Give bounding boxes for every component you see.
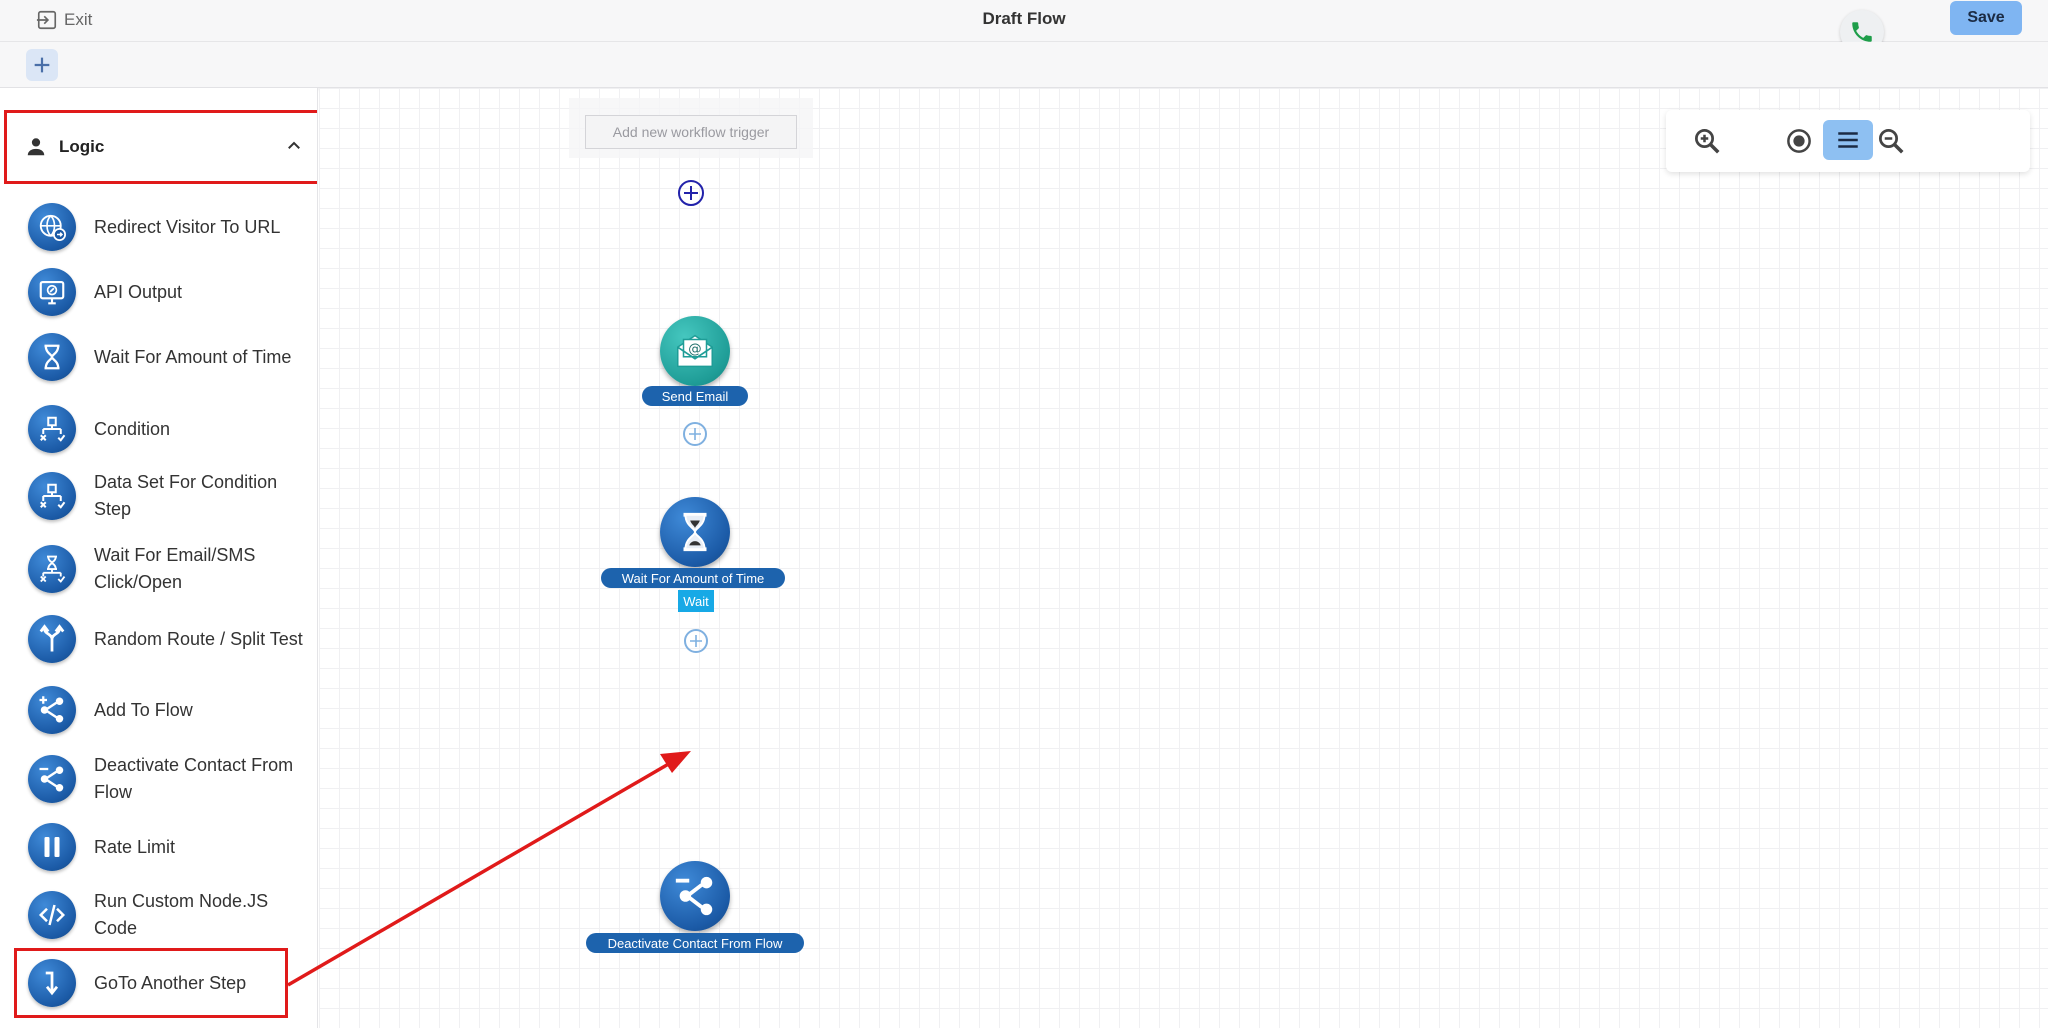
page-title: Draft Flow xyxy=(982,9,1066,28)
sub-toolbar xyxy=(0,42,2048,88)
person-icon xyxy=(27,138,45,156)
share-remove-icon xyxy=(675,876,713,916)
sidebar-item-redirect[interactable]: Redirect Visitor To URL xyxy=(28,203,308,251)
sidebar-item-label: Random Route / Split Test xyxy=(94,628,303,649)
sidebar-item-label: Run Custom Node.JS Code xyxy=(94,891,269,938)
send-email-node[interactable]: @ xyxy=(660,316,730,386)
sidebar-item-label: Deactivate Contact From Flow xyxy=(94,755,294,802)
sidebar-item-label: Add To Flow xyxy=(94,699,193,720)
flow-canvas[interactable]: Add new workflow trigger @ Send Email Wa… xyxy=(319,88,2048,1028)
share-add-icon xyxy=(28,686,76,734)
flow-builder-app: Exit Draft Flow Save Logic Redirect Visi… xyxy=(0,0,2048,1028)
node-label: Wait For Amount of Time xyxy=(601,568,785,588)
sidebar-item-api-output[interactable]: API Output xyxy=(28,268,308,316)
plus-icon xyxy=(690,635,702,647)
hourglass-icon xyxy=(683,512,707,552)
condition-branch-icon xyxy=(28,472,76,520)
sidebar-item-label: API Output xyxy=(94,281,183,302)
menu-button[interactable] xyxy=(1823,120,1873,160)
node-label: Send Email xyxy=(642,386,748,406)
add-trigger-button[interactable]: Add new workflow trigger xyxy=(585,115,797,149)
sidebar-item-condition[interactable]: Condition xyxy=(28,405,308,453)
email-envelope-icon: @ xyxy=(676,334,714,368)
zoom-in-button[interactable] xyxy=(1690,124,1724,158)
zoom-out-button[interactable] xyxy=(1874,124,1908,158)
sidebar-item-deactivate-contact[interactable]: Deactivate Contact From Flow xyxy=(28,752,308,806)
add-step-button[interactable] xyxy=(26,49,58,81)
wait-tag: Wait xyxy=(678,590,714,612)
chevron-up-icon[interactable] xyxy=(285,137,303,155)
add-step-connector[interactable] xyxy=(683,422,707,446)
sidebar-item-custom-code[interactable]: Run Custom Node.JS Code xyxy=(28,888,308,942)
add-step-connector[interactable] xyxy=(678,180,704,206)
code-icon xyxy=(28,891,76,939)
pause-icon xyxy=(28,823,76,871)
sidebar-item-label: Redirect Visitor To URL xyxy=(94,216,281,237)
top-bar: Exit Draft Flow Save xyxy=(0,0,2048,54)
monitor-api-icon xyxy=(28,268,76,316)
sidebar-item-rate-limit[interactable]: Rate Limit xyxy=(28,823,308,871)
zoom-out-icon xyxy=(1879,129,1904,154)
sidebar-item-data-set-condition[interactable]: Data Set For Condition Step xyxy=(28,469,308,523)
globe-redirect-icon xyxy=(28,203,76,251)
logic-section-header[interactable]: Logic xyxy=(4,110,317,184)
section-label: Logic xyxy=(59,137,105,156)
plus-icon xyxy=(689,428,701,440)
hourglass-icon xyxy=(28,333,76,381)
plus-icon xyxy=(34,57,50,73)
reset-view-button[interactable] xyxy=(1782,124,1816,158)
hamburger-icon xyxy=(1838,132,1858,148)
sidebar-item-label: Wait For Email/SMS Click/Open xyxy=(94,545,256,592)
sidebar-item-label: Condition xyxy=(94,418,171,439)
sidebar-item-wait-email-sms[interactable]: Wait For Email/SMS Click/Open xyxy=(28,542,308,596)
wait-time-node[interactable] xyxy=(660,497,730,567)
deactivate-contact-node[interactable] xyxy=(660,861,730,931)
node-label: Deactivate Contact From Flow xyxy=(586,933,804,953)
save-button[interactable]: Save xyxy=(1950,1,2022,35)
sidebar-item-random-route[interactable]: Random Route / Split Test xyxy=(28,615,308,663)
sidebar-item-wait-time[interactable]: Wait For Amount of Time xyxy=(28,333,308,381)
share-remove-icon xyxy=(28,755,76,803)
sidebar-item-label: GoTo Another Step xyxy=(94,972,247,993)
sidebar-item-add-to-flow[interactable]: Add To Flow xyxy=(28,686,308,734)
actions-sidebar: Logic Redirect Visitor To URL API Output… xyxy=(0,88,318,1028)
plus-icon xyxy=(684,186,698,200)
zoom-in-icon xyxy=(1695,129,1720,154)
sidebar-item-goto-step[interactable]: GoTo Another Step xyxy=(28,959,308,1007)
sidebar-item-label: Rate Limit xyxy=(94,836,176,857)
sidebar-item-label: Data Set For Condition Step xyxy=(94,472,278,519)
arrow-down-return-icon xyxy=(28,959,76,1007)
hourglass-branch-icon xyxy=(28,545,76,593)
condition-branch-icon xyxy=(28,405,76,453)
target-icon xyxy=(1787,129,1811,153)
split-route-icon xyxy=(28,615,76,663)
add-step-connector[interactable] xyxy=(684,629,708,653)
sidebar-item-label: Wait For Amount of Time xyxy=(94,346,292,367)
